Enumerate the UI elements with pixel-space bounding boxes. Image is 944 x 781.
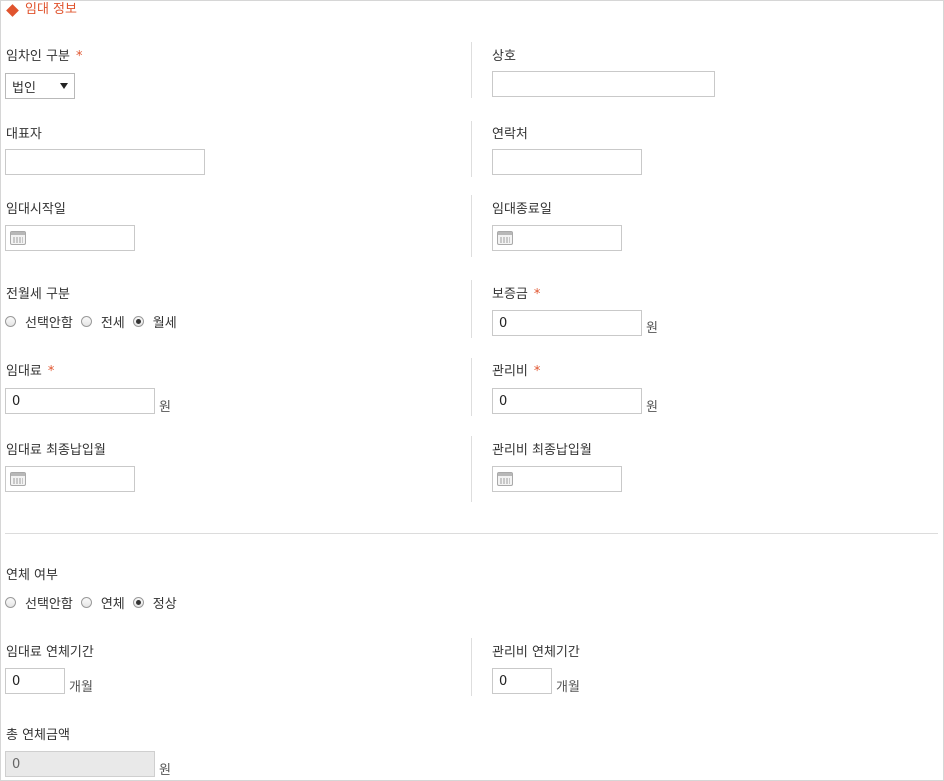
rent-unit: 원 [159,400,171,415]
total-overdue-unit: 원 [159,763,171,778]
total-overdue-input [5,751,155,777]
radio-label: 전세 [100,316,125,331]
column-divider [471,42,472,98]
calendar-icon[interactable] [10,472,26,486]
diamond-icon [6,3,19,17]
radio-label: 연체 [100,597,125,612]
rent-label: 임대료 * [6,360,54,379]
rent-last-paid-date-field[interactable] [5,466,135,492]
rent-overdue-period-label: 임대료 연체기간 [6,645,94,660]
deposit-label: 보증금 * [492,283,540,302]
radio-button-selected[interactable] [132,316,144,327]
overdue-label: 연체 여부 [6,568,58,583]
radio-label: 정상 [152,597,177,612]
lease-start-date-field[interactable] [5,225,135,251]
rent-input[interactable] [5,388,155,414]
radio-label: 선택안함 [25,316,73,331]
overdue-radio-group: 선택안함 연체 정상 [5,593,185,612]
tenant-type-label: 임차인 구분 * [6,45,82,64]
column-divider [471,436,472,502]
overdue-option-normal[interactable]: 정상 [132,593,177,612]
rent-type-label: 전월세 구분 [6,287,70,302]
lease-start-label: 임대시작일 [6,202,66,217]
rent-type-option-jeonse[interactable]: 전세 [80,312,125,331]
mgmt-last-paid-date-field[interactable] [492,466,622,492]
tenant-type-select[interactable]: 법인 [5,73,75,99]
overdue-option-overdue[interactable]: 연체 [80,593,125,612]
required-mark: * [533,287,541,302]
mgmt-fee-input[interactable] [492,388,642,414]
section-title-text: 임대 정보 [25,2,77,17]
rent-type-option-none[interactable]: 선택안함 [5,312,73,331]
radio-button[interactable] [80,597,92,608]
business-name-label: 상호 [492,49,516,64]
rent-type-radio-group: 선택안함 전세 월세 [5,312,185,331]
column-divider [471,280,472,338]
deposit-unit: 원 [646,321,658,336]
overdue-option-none[interactable]: 선택안함 [5,593,73,612]
column-divider [471,195,472,257]
rent-overdue-period-unit: 개월 [69,680,93,695]
deposit-label-text: 보증금 [492,287,528,302]
mgmt-fee-label-text: 관리비 [492,364,528,379]
column-divider [471,121,472,177]
tenant-type-selected: 법인 [12,80,36,96]
representative-label: 대표자 [6,127,42,142]
section-divider [5,533,938,534]
mgmt-overdue-period-label: 관리비 연체기간 [492,645,580,660]
lease-end-date-field[interactable] [492,225,622,251]
contact-label: 연락처 [492,127,528,142]
rent-label-text: 임대료 [6,364,42,379]
mgmt-overdue-period-input[interactable] [492,668,552,694]
rent-overdue-period-input[interactable] [5,668,65,694]
column-divider [471,358,472,416]
lease-end-label: 임대종료일 [492,202,552,217]
mgmt-overdue-period-unit: 개월 [556,680,580,695]
contact-input[interactable] [492,149,642,175]
radio-label: 월세 [152,316,177,331]
radio-button[interactable] [80,316,92,327]
mgmt-last-paid-label: 관리비 최종납입월 [492,443,592,458]
radio-button-selected[interactable] [132,597,144,608]
tenant-type-label-text: 임차인 구분 [6,49,70,64]
required-mark: * [47,364,55,379]
calendar-icon[interactable] [497,231,513,245]
radio-button[interactable] [5,316,16,327]
radio-label: 선택안함 [25,597,73,612]
calendar-icon[interactable] [10,231,26,245]
representative-input[interactable] [5,149,205,175]
deposit-input[interactable] [492,310,642,336]
total-overdue-label: 총 연체금액 [6,728,70,743]
radio-button[interactable] [5,597,16,608]
business-name-input[interactable] [492,71,715,97]
required-mark: * [533,364,541,379]
section-title: 임대 정보 [6,0,77,20]
mgmt-fee-label: 관리비 * [492,360,540,379]
column-divider [471,638,472,696]
rent-type-option-wolse[interactable]: 월세 [132,312,177,331]
required-mark: * [75,49,83,64]
caret-down-icon [60,83,68,89]
rent-last-paid-label: 임대료 최종납입월 [6,443,106,458]
mgmt-fee-unit: 원 [646,400,658,415]
calendar-icon[interactable] [497,472,513,486]
